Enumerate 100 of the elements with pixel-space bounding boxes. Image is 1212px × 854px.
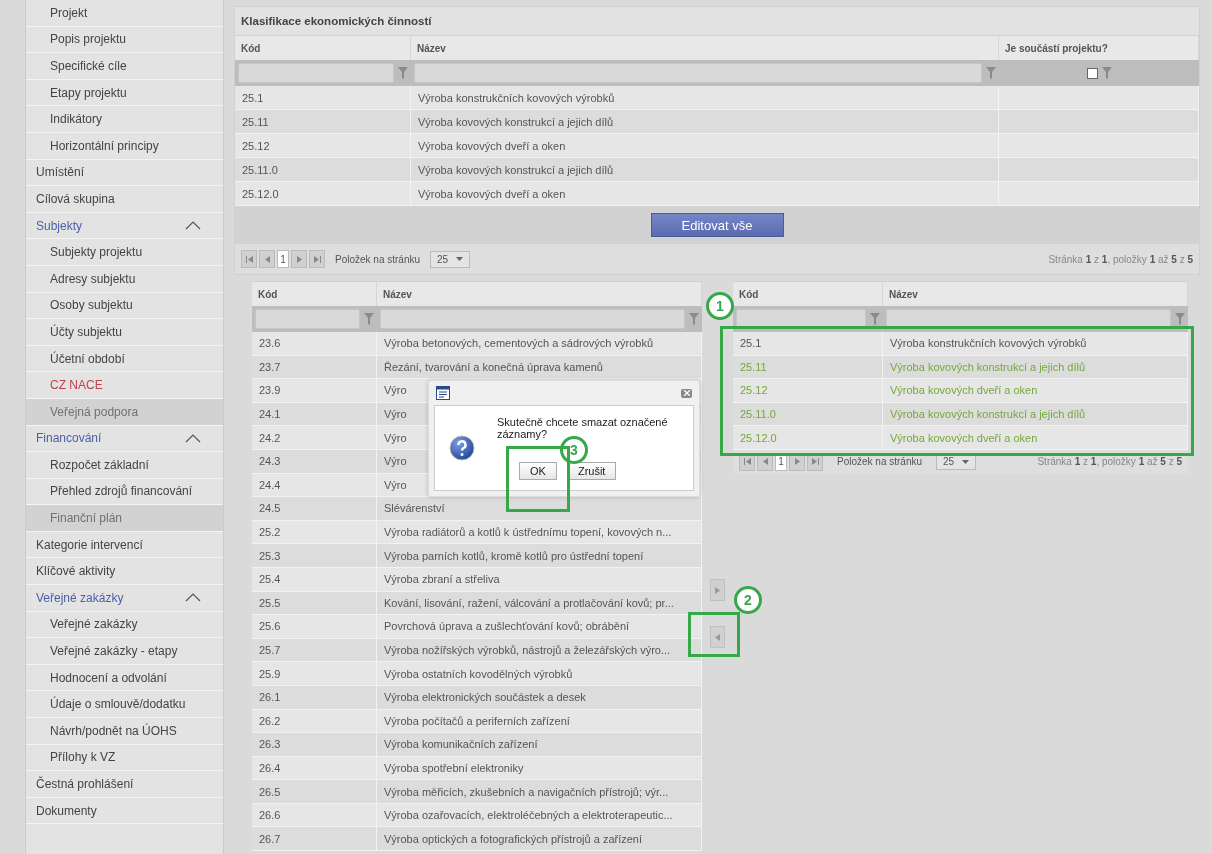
table-cell: 26.1: [252, 685, 377, 709]
previous-page-button[interactable]: [259, 250, 275, 268]
table-cell: 23.9: [252, 379, 377, 402]
filter-icon[interactable]: [1175, 313, 1185, 325]
sidebar-item[interactable]: Osoby subjektu: [26, 292, 223, 320]
sidebar-item[interactable]: Dokumenty: [26, 797, 223, 825]
page-size-label: Položek na stránku: [335, 253, 421, 265]
move-right-button[interactable]: [710, 579, 725, 601]
filter-field[interactable]: [736, 309, 866, 329]
filter-field[interactable]: [886, 309, 1171, 329]
table-cell: 24.5: [252, 497, 377, 520]
table-cell: 25.1: [235, 86, 411, 109]
table-cell: 23.7: [252, 355, 377, 379]
sidebar-item[interactable]: Hodnocení a odvolání: [26, 664, 223, 692]
caret-up-icon: [185, 221, 201, 231]
table-cell: Výroba kovových dveří a oken: [411, 134, 999, 157]
table-cell: Povrchová úprava a zušlechťování kovů; obrábění: [377, 615, 702, 638]
sidebar-item[interactable]: Indikátory: [26, 106, 223, 133]
sidebar-item[interactable]: Subjekty projektu: [26, 239, 223, 266]
table-row[interactable]: 25.1 Výroba konstrukčních kovových výrobků: [733, 332, 1188, 356]
sidebar-item[interactable]: Popis projektu: [26, 26, 223, 54]
dropdown-caret-icon: [962, 459, 970, 464]
table-cell: Výroba ozařovacích, elektroléčebných a elektroterapeutic...: [377, 803, 702, 827]
filter-field[interactable]: [414, 63, 982, 83]
sidebar-item[interactable]: Kategorie intervencí: [26, 531, 223, 559]
right-arrow-icon: [715, 586, 720, 594]
table-cell: Výroba optických a fotografických přístrojů a zařízení: [377, 827, 702, 851]
filter-field[interactable]: [255, 309, 360, 329]
table-cell: 26.7: [252, 827, 377, 851]
table-cell: Výroba kovových konstrukcí a jejich dílů: [411, 158, 999, 181]
sidebar-item[interactable]: Financování: [26, 425, 223, 453]
table-cell: Výroba nožířských výrobků, nástrojů a železářských výro...: [377, 638, 702, 662]
sidebar-item[interactable]: Veřejné zakázky: [26, 585, 223, 612]
table-cell: Výroba komunikačních zařízení: [377, 733, 702, 756]
table-cell: 26.2: [252, 709, 377, 733]
last-page-icon: [313, 255, 321, 263]
next-page-button[interactable]: [291, 250, 307, 268]
close-icon: [683, 390, 690, 396]
sidebar-item[interactable]: Adresy subjektu: [26, 265, 223, 293]
sidebar-item[interactable]: Projekt: [26, 0, 223, 27]
table-cell: 25.7: [252, 638, 377, 662]
sidebar-item[interactable]: Etapy projektu: [26, 79, 223, 107]
table-cell: 25.11: [235, 110, 411, 133]
sidebar-item[interactable]: CZ NACE: [26, 372, 223, 399]
sidebar-item[interactable]: Účty subjektu: [26, 319, 223, 346]
table-cell: Výroba kovových dveří a oken: [411, 182, 999, 205]
sidebar-item[interactable]: Účetní období: [26, 345, 223, 373]
sidebar-item[interactable]: Veřejné zakázky - etapy: [26, 638, 223, 665]
page-status: Stránka 1 z 1, položky 1 až 5 z 5: [1048, 253, 1193, 265]
table-cell: Výroba radiátorů a kotlů k ústřednímu topení, kovových n...: [377, 520, 702, 544]
filter-icon[interactable]: [986, 67, 996, 79]
previous-page-icon: [264, 255, 270, 263]
table-cell: 26.4: [252, 756, 377, 780]
filter-icon[interactable]: [689, 313, 699, 325]
last-page-button[interactable]: [309, 250, 325, 268]
sidebar-item[interactable]: Subjekty: [26, 212, 223, 240]
filter-icon[interactable]: [398, 67, 408, 79]
page-size-label: Položek na stránku: [837, 456, 923, 468]
table-cell: Výroba zbraní a střeliva: [377, 567, 702, 591]
sidebar-item[interactable]: Umístění: [26, 159, 223, 187]
move-left-button[interactable]: [710, 626, 725, 648]
sidebar-item[interactable]: Klíčové aktivity: [26, 558, 223, 586]
table-cell: Výroba konstrukčních kovových výrobků: [411, 86, 999, 109]
page-number[interactable]: 1: [277, 250, 289, 268]
first-page-button[interactable]: [241, 250, 257, 268]
filter-icon[interactable]: [870, 313, 880, 325]
table-cell: 25.2: [252, 520, 377, 544]
window-icon: [436, 386, 450, 400]
table-cell: Řezání, tvarování a konečná úprava kamenů: [377, 355, 702, 379]
dialog-button[interactable]: OK: [519, 462, 557, 480]
dropdown-caret-icon: [456, 257, 464, 261]
sidebar-item[interactable]: Rozpočet základní: [26, 452, 223, 479]
table-cell: 24.1: [252, 402, 377, 426]
close-button[interactable]: [681, 388, 692, 398]
edit-all-button[interactable]: Editovat vše: [650, 213, 784, 237]
table-cell: Výroba ostatních kovodělných výrobků: [377, 662, 702, 685]
caret-up-icon: [185, 593, 201, 603]
sidebar-item[interactable]: Veřejné zakázky: [26, 611, 223, 639]
step-number-marker: 1: [706, 292, 734, 320]
sidebar-item[interactable]: Přílohy k VZ: [26, 744, 223, 772]
sidebar-item[interactable]: Horizontální principy: [26, 132, 223, 160]
first-page-icon: [245, 255, 253, 263]
filter-field[interactable]: [380, 309, 685, 329]
table-cell: 25.4: [252, 567, 377, 591]
sidebar-item[interactable]: Údaje o smlouvě/dodatku: [26, 691, 223, 719]
last-page-icon: [811, 458, 819, 466]
sidebar-item[interactable]: Specifické cíle: [26, 53, 223, 80]
filter-icon[interactable]: [364, 313, 374, 325]
checkbox[interactable]: [1086, 67, 1098, 79]
table-cell: 24.4: [252, 473, 377, 497]
sidebar-item[interactable]: Návrh/podnět na ÚOHS: [26, 718, 223, 745]
sidebar-item[interactable]: Čestná prohlášení: [26, 771, 223, 798]
filter-field[interactable]: [238, 63, 394, 83]
table-cell: Výroba měřicích, zkušebních a navigačních přístrojů; výr...: [377, 780, 702, 803]
page-size-dropdown[interactable]: 25: [430, 250, 471, 268]
table-cell: 25.12.0: [235, 182, 411, 205]
table-cell: 24.2: [252, 426, 377, 449]
sidebar-item[interactable]: Cílová skupina: [26, 186, 223, 213]
table-cell: Výroba parních kotlů, kromě kotlů pro ústřední topení: [377, 544, 702, 567]
table-cell: Výroba kovových konstrukcí a jejich dílů: [411, 110, 999, 133]
